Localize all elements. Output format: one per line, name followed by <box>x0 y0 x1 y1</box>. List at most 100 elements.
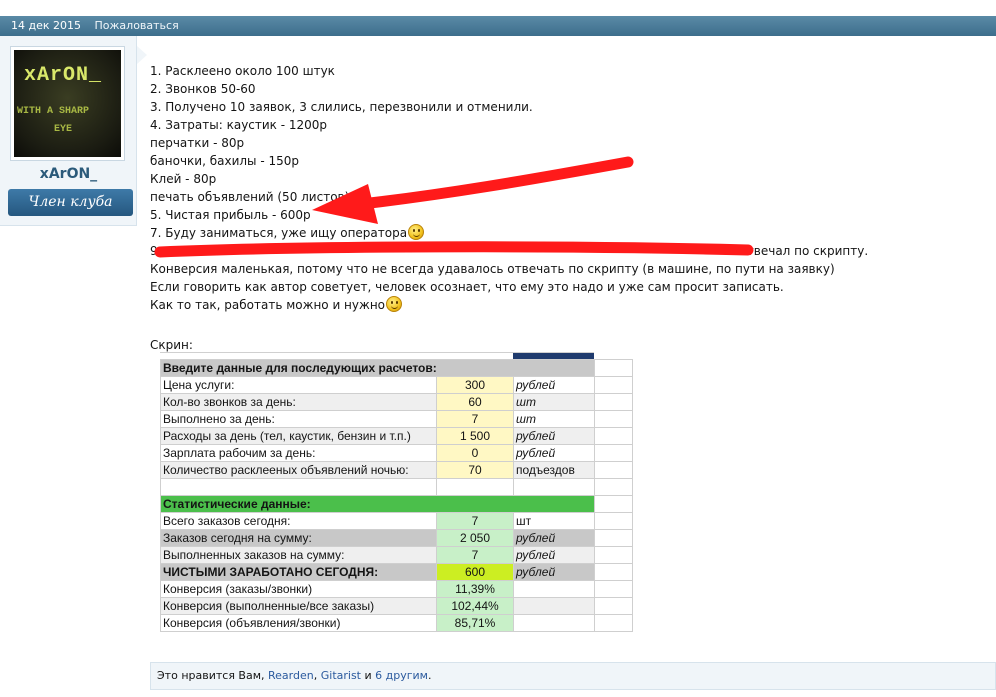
avatar[interactable]: xArON_ WITH A SHARP EYE <box>10 46 125 161</box>
liker-link-rearden[interactable]: Rearden <box>268 669 314 682</box>
empty-cell <box>594 495 633 513</box>
post-line: перчатки - 80р <box>150 136 245 150</box>
table-row: Цена услуги: 300 рублей <box>160 376 633 394</box>
empty-cell <box>594 461 633 479</box>
likes-separator: , <box>313 669 321 682</box>
table-row: Конверсия (выполненные/все заказы) 102,4… <box>160 597 633 615</box>
table-header-stats: Статистические данные: <box>160 495 633 513</box>
smiley-icon <box>408 224 425 240</box>
author-username[interactable]: xArON_ <box>0 166 137 182</box>
input-header-cell: Введите данные для последующих расчетов: <box>160 359 595 377</box>
post-line: 1. Расклеено около 100 штук <box>150 64 335 78</box>
sidebar-pointer <box>137 46 147 64</box>
empty-cell <box>594 546 633 564</box>
row-label: Конверсия (заказы/звонки) <box>160 580 437 598</box>
row-label: Цена услуги: <box>160 376 437 394</box>
empty-cell <box>594 597 633 615</box>
post-body: 1. Расклеено около 100 штук 2. Звонков 5… <box>150 62 990 314</box>
post-meta-bar: 14 дек 2015 Пожаловаться <box>0 16 996 36</box>
table-row: Конверсия (объявления/звонки) 85,71% <box>160 614 633 632</box>
row-label: Зарплата рабочим за день: <box>160 444 437 462</box>
row-value: 300 <box>436 376 514 394</box>
avatar-text-2: WITH A SHARP <box>17 106 90 117</box>
avatar-text-1: xArON_ <box>24 64 103 87</box>
row-value: 85,71% <box>436 614 514 632</box>
post-line-redacted: 9. отвечал по скрипту. <box>150 242 990 260</box>
row-label: Кол-во звонков за день: <box>160 393 437 411</box>
row-unit: рублей <box>513 444 595 462</box>
row-label: ЧИСТЫМИ ЗАРАБОТАНО СЕГОДНЯ: <box>160 563 437 581</box>
likes-separator: и <box>361 669 376 682</box>
avatar-text-3: EYE <box>54 124 73 135</box>
row-label: Выполнено за день: <box>160 410 437 428</box>
table-row: Конверсия (заказы/звонки) 11,39% <box>160 580 633 598</box>
post-line-text: 7. Буду заниматься, уже ищу оператора <box>150 226 408 240</box>
post-line: печать объявлений (50 листов) - 4 <box>150 190 369 204</box>
table-row: Количество расклееных объявлений ночью: … <box>160 461 633 479</box>
row-label: Конверсия (объявления/звонки) <box>160 614 437 632</box>
post-line: баночки, бахилы - 150р <box>150 154 299 168</box>
table-row: Всего заказов сегодня: 7 шт <box>160 512 633 530</box>
row-value: 7 <box>436 512 514 530</box>
row-value: 102,44% <box>436 597 514 615</box>
row-label: Конверсия (выполненные/все заказы) <box>160 597 437 615</box>
empty-cell <box>594 427 633 445</box>
post-line: Клей - 80р <box>150 172 217 186</box>
empty-cell <box>436 478 514 496</box>
table-row: Кол-во звонков за день: 60 шт <box>160 393 633 411</box>
row-unit: рублей <box>513 376 595 394</box>
row-label: Расходы за день (тел, каустик, бензин и … <box>160 427 437 445</box>
row-unit: рублей <box>513 563 595 581</box>
row-unit: шт <box>513 512 595 530</box>
empty-cell <box>594 359 633 377</box>
row-value: 0 <box>436 444 514 462</box>
post-line-text: отвечал по скрипту. <box>739 244 869 258</box>
row-label: Выполненных заказов на сумму: <box>160 546 437 564</box>
row-value: 60 <box>436 393 514 411</box>
author-title-badge: Член клуба <box>8 189 133 216</box>
row-unit <box>513 614 595 632</box>
post-date[interactable]: 14 дек 2015 <box>11 19 81 32</box>
row-value: 2 050 <box>436 529 514 547</box>
post-line-with-smiley: Как то так, работать можно и нужно <box>150 296 990 314</box>
report-link[interactable]: Пожаловаться <box>95 19 179 32</box>
row-label: Всего заказов сегодня: <box>160 512 437 530</box>
row-value: 600 <box>436 563 514 581</box>
post-line: Если говорить как автор советует, челове… <box>150 280 784 294</box>
likes-suffix: . <box>427 669 432 682</box>
table-row-empty <box>160 478 633 496</box>
row-unit: подъездов <box>513 461 595 479</box>
smiley-icon <box>386 296 403 312</box>
table-row-total: ЧИСТЫМИ ЗАРАБОТАНО СЕГОДНЯ: 600 рублей <box>160 563 633 581</box>
empty-cell <box>513 478 595 496</box>
row-unit: рублей <box>513 529 595 547</box>
table-row: Заказов сегодня на сумму: 2 050 рублей <box>160 529 633 547</box>
empty-cell <box>594 393 633 411</box>
row-unit <box>513 580 595 598</box>
post-line: 5. Чистая прибыль - 600р <box>150 208 311 222</box>
liker-link-gitarist[interactable]: Gitarist <box>321 669 361 682</box>
empty-cell <box>594 580 633 598</box>
screenshot-caption: Скрин: <box>150 338 193 352</box>
empty-cell <box>594 529 633 547</box>
avatar-image: xArON_ WITH A SHARP EYE <box>14 50 121 157</box>
empty-cell <box>594 410 633 428</box>
row-label: Заказов сегодня на сумму: <box>160 529 437 547</box>
row-unit: рублей <box>513 546 595 564</box>
row-value: 7 <box>436 410 514 428</box>
likes-bar: Это нравится Вам, Rearden, Gitarist и 6 … <box>150 662 996 690</box>
post-line-text: Как то так, работать можно и нужно <box>150 298 386 312</box>
likes-others-link[interactable]: 6 другим <box>375 669 428 682</box>
empty-cell <box>594 376 633 394</box>
stats-header-cell: Статистические данные: <box>160 495 595 513</box>
table-row: Зарплата рабочим за день: 0 рублей <box>160 444 633 462</box>
post-line: 2. Звонков 50-60 <box>150 82 256 96</box>
likes-prefix: Это нравится Вам, <box>157 669 269 682</box>
empty-cell <box>594 563 633 581</box>
post-line-with-smiley: 7. Буду заниматься, уже ищу оператора <box>150 224 990 242</box>
row-label: Количество расклееных объявлений ночью: <box>160 461 437 479</box>
post-line-text: 9. <box>150 244 162 258</box>
empty-cell <box>594 478 633 496</box>
row-unit <box>513 597 595 615</box>
empty-cell <box>594 614 633 632</box>
